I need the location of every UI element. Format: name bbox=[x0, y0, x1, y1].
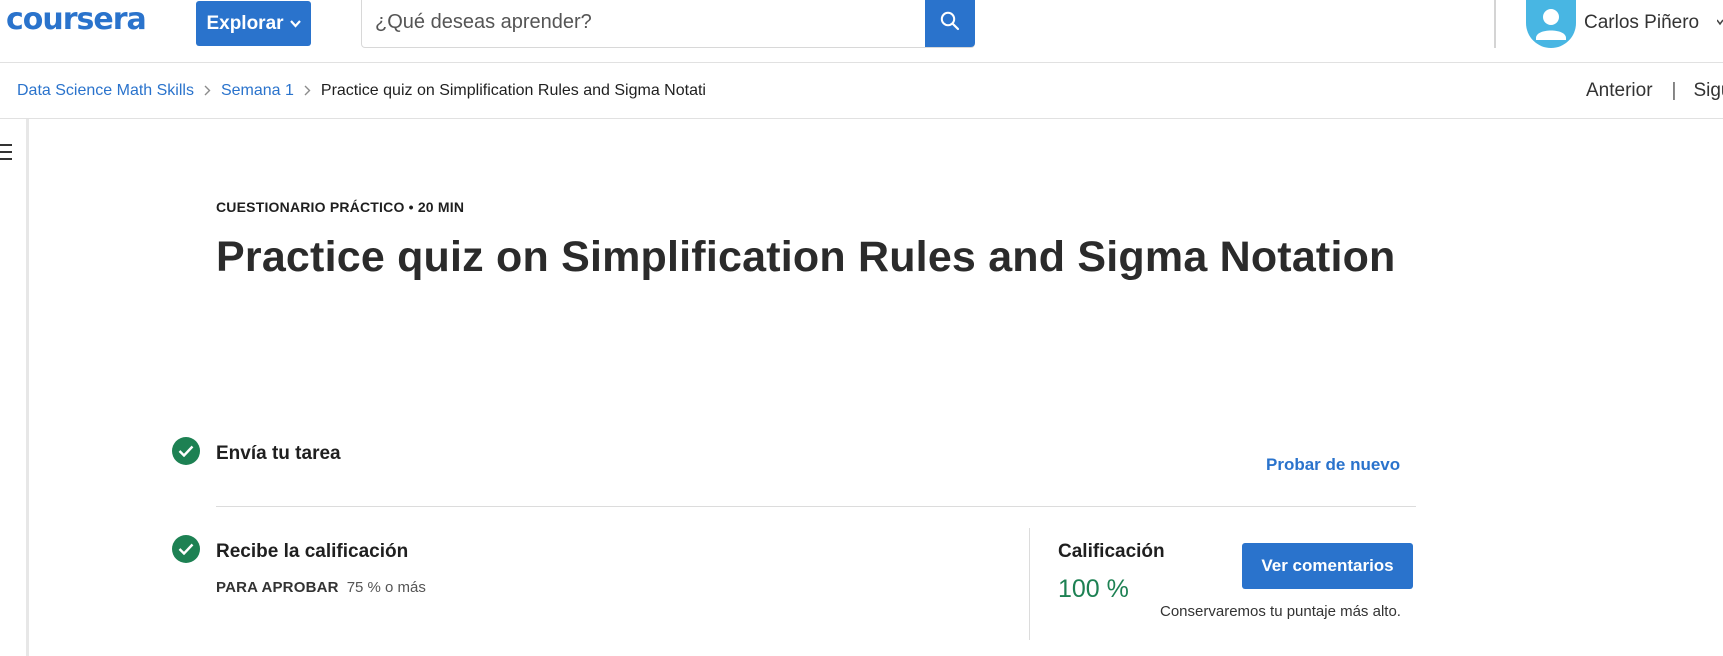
search-icon bbox=[940, 11, 960, 36]
header-divider bbox=[1494, 0, 1496, 48]
passing-key: PARA APROBAR bbox=[216, 579, 339, 596]
search-input[interactable] bbox=[375, 0, 915, 45]
prev-next-nav: Anterior | Sigu bbox=[1586, 80, 1723, 102]
section-divider bbox=[216, 506, 1416, 507]
try-again-link[interactable]: Probar de nuevo bbox=[1266, 455, 1400, 475]
previous-link[interactable]: Anterior bbox=[1586, 80, 1653, 101]
passing-value: 75 % o más bbox=[346, 579, 426, 596]
chevron-down-icon bbox=[289, 16, 301, 31]
user-menu-chevron-icon[interactable] bbox=[1716, 14, 1723, 32]
explore-button[interactable]: Explorar bbox=[196, 1, 311, 46]
top-header: coursera Explorar Carlos Piñero bbox=[0, 0, 1723, 63]
view-feedback-button[interactable]: Ver comentarios bbox=[1242, 543, 1413, 589]
breadcrumb-course[interactable]: Data Science Math Skills bbox=[17, 82, 194, 100]
grade-step-label: Recibe la calificación bbox=[216, 541, 409, 562]
submit-step-label: Envía tu tarea bbox=[216, 443, 341, 464]
nav-divider: | bbox=[1671, 80, 1677, 101]
breadcrumb-current: Practice quiz on Simplification Rules an… bbox=[320, 82, 706, 99]
chevron-right-icon bbox=[304, 83, 311, 99]
next-link[interactable]: Sigu bbox=[1693, 80, 1723, 101]
grade-divider bbox=[1029, 528, 1030, 640]
chevron-right-icon bbox=[204, 83, 211, 99]
passing-requirement: PARA APROBAR 75 % o más bbox=[216, 579, 426, 596]
search-box bbox=[361, 0, 975, 48]
user-name[interactable]: Carlos Piñero bbox=[1584, 12, 1699, 34]
grade-value: 100 % bbox=[1058, 575, 1129, 603]
page-title: Practice quiz on Simplification Rules an… bbox=[216, 233, 1396, 281]
breadcrumb-bar: Data Science Math Skills Semana 1 Practi… bbox=[0, 63, 1723, 119]
check-circle-icon bbox=[172, 535, 200, 563]
breadcrumb-week[interactable]: Semana 1 bbox=[221, 82, 294, 100]
menu-icon[interactable] bbox=[0, 144, 12, 165]
search-button[interactable] bbox=[925, 0, 975, 47]
highest-score-note: Conservaremos tu puntaje más alto. bbox=[1160, 603, 1401, 620]
coursera-logo[interactable]: coursera bbox=[6, 2, 147, 37]
item-type-kicker: CUESTIONARIO PRÁCTICO • 20 MIN bbox=[216, 199, 465, 215]
user-avatar-icon[interactable] bbox=[1526, 0, 1576, 48]
breadcrumb: Data Science Math Skills Semana 1 Practi… bbox=[17, 82, 706, 100]
left-sidebar-rail bbox=[0, 119, 29, 656]
check-circle-icon bbox=[172, 437, 200, 465]
explore-label: Explorar bbox=[206, 12, 284, 34]
grade-label: Calificación bbox=[1058, 541, 1165, 562]
